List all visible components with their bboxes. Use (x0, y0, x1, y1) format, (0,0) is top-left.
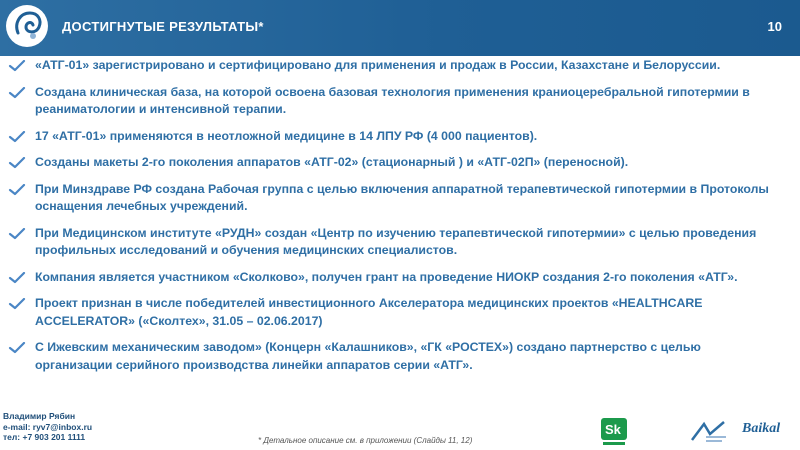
list-item-text: Созданы макеты 2-го поколения аппаратов … (35, 155, 629, 169)
list-item-text: 17 «АТГ-01» применяются в неотложной мед… (35, 128, 538, 143)
list-item: «АТГ-01» зарегистрировано и сертифициров… (0, 57, 800, 75)
list-item-text: «АТГ-01» зарегистрировано и сертифициров… (35, 58, 721, 72)
checkmark-icon (8, 157, 26, 169)
checkmark-icon (8, 342, 26, 354)
list-item: Создана клиническая база, на которой осв… (0, 84, 800, 119)
checkmark-icon (8, 298, 26, 310)
company-logo-icon (6, 5, 48, 47)
checkmark-icon (8, 183, 26, 195)
list-item: Компания является участником «Сколково»,… (0, 269, 800, 287)
list-item: С Ижевским механическим заводом» (Концер… (0, 339, 800, 374)
checkmark-icon (8, 60, 26, 72)
partner-logo-icon (691, 421, 726, 442)
list-item: 17 «АТГ-01» применяются в неотложной мед… (0, 128, 800, 146)
list-item-text: Создана клиническая база, на которой осв… (35, 84, 750, 117)
contact-block: Владимир Рябин e-mail: ryv7@inbox.ru тел… (3, 411, 92, 443)
contact-name: Владимир Рябин (3, 411, 76, 421)
footnote: * Детальное описание см. в приложении (С… (258, 436, 473, 445)
list-item-text: Компания является участником «Сколково»,… (35, 269, 738, 284)
list-item-text: С Ижевским механическим заводом» (Концер… (35, 340, 701, 372)
list-item: При Минздраве РФ создана Рабочая группа … (0, 181, 800, 216)
skolkovo-logo-icon: Sk (601, 418, 627, 445)
checkmark-icon (8, 86, 26, 98)
checkmark-icon (8, 271, 26, 283)
results-list: «АТГ-01» зарегистрировано и сертифициров… (0, 57, 800, 383)
contact-phone: тел: +7 903 201 1111 (3, 432, 86, 442)
list-item: При Медицинском институте «РУДН» создан … (0, 225, 800, 260)
page-number: 10 (767, 19, 782, 34)
baikal-logo: Baikal (742, 421, 781, 436)
slide-header: ДОСТИГНУТЫЕ РЕЗУЛЬТАТЫ* 10 (0, 0, 800, 56)
contact-email: e-mail: ryv7@inbox.ru (3, 421, 93, 432)
list-item: Проект признан в числе победителей инвес… (0, 295, 800, 330)
slide-title: ДОСТИГНУТЫЕ РЕЗУЛЬТАТЫ* (62, 19, 264, 34)
list-item-text: Проект признан в числе победителей инвес… (35, 296, 703, 328)
checkmark-icon (8, 227, 26, 239)
list-item-text: При Медицинском институте «РУДН» создан … (35, 225, 757, 258)
checkmark-icon (8, 130, 26, 142)
svg-text:Sk: Sk (605, 422, 622, 437)
list-item-text: При Минздраве РФ создана Рабочая группа … (35, 181, 769, 214)
list-item: Созданы макеты 2-го поколения аппаратов … (0, 154, 800, 172)
